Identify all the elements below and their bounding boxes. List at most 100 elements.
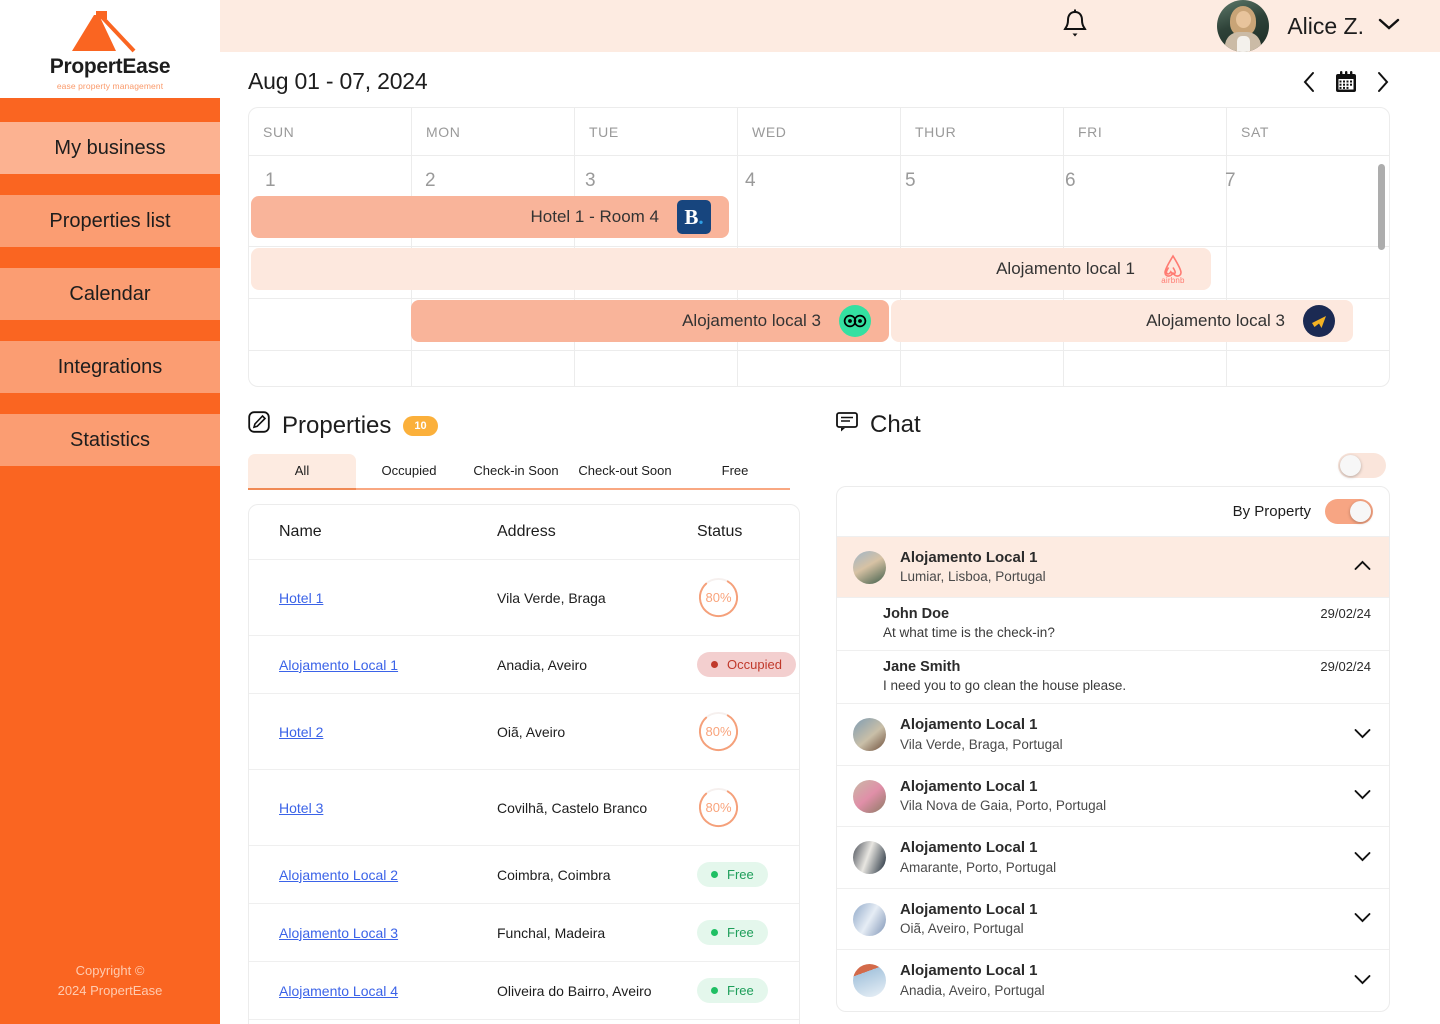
- property-link[interactable]: Hotel 3: [279, 800, 323, 816]
- chat-thread-location: Lumiar, Lisboa, Portugal: [900, 569, 1046, 585]
- sidebar-item-label: My business: [54, 136, 166, 159]
- status-badge: Free: [697, 920, 768, 945]
- bell-icon[interactable]: [1061, 8, 1089, 45]
- tab-check-in-soon[interactable]: Check-in Soon: [462, 454, 570, 490]
- calendar-event-label: Alojamento local 1: [996, 259, 1135, 278]
- message-text: I need you to go clean the house please.: [883, 678, 1127, 694]
- calendar-event-alojamento-local-3-b[interactable]: Alojamento local 3: [891, 300, 1353, 342]
- properties-table-card: Name Address Status Hotel 1 Vila Verde, …: [248, 504, 800, 1024]
- column-header-address: Address: [467, 505, 667, 560]
- chevron-down-icon[interactable]: [1354, 726, 1371, 744]
- table-row[interactable]: Alojamento Local 1 Anadia, Aveiro Occupi…: [249, 635, 799, 694]
- property-link[interactable]: Alojamento Local 1: [279, 657, 398, 673]
- chat-message[interactable]: John Doe 29/02/24 At what time is the ch…: [837, 597, 1389, 650]
- property-link[interactable]: Alojamento Local 3: [279, 925, 398, 941]
- chevron-right-icon[interactable]: [1376, 71, 1390, 93]
- status-progress: 80%: [697, 710, 740, 753]
- properties-count-badge: 10: [403, 415, 438, 436]
- calendar-event-alojamento-local-1[interactable]: Alojamento local 1 airbnb: [251, 248, 1211, 290]
- property-thumbnail: [853, 718, 886, 752]
- status-badge-label: Free: [727, 983, 754, 998]
- calendar-header: Aug 01 - 07, 2024: [248, 52, 1390, 107]
- properties-header: Properties 10: [248, 411, 800, 440]
- brand-tagline: ease property management: [56, 81, 164, 91]
- calendar-icon[interactable]: [1334, 70, 1358, 94]
- property-address: Vila Nova de Gaia, Porto: [467, 1020, 667, 1024]
- day-header-thur: THUR: [901, 108, 1064, 155]
- sidebar-item-integrations[interactable]: Integrations: [0, 341, 220, 393]
- property-link[interactable]: Alojamento Local 4: [279, 983, 398, 999]
- chat-message[interactable]: Jane Smith 29/02/24 I need you to go cle…: [837, 650, 1389, 703]
- tab-all[interactable]: All: [248, 454, 356, 490]
- properties-panel: Properties 10 All Occupied Check-in Soon…: [248, 411, 800, 1024]
- chevron-down-icon[interactable]: [1354, 849, 1371, 867]
- house-roof-icon: [72, 11, 136, 53]
- chat-thread-vila-verde[interactable]: Alojamento Local 1 Vila Verde, Braga, Po…: [837, 703, 1389, 764]
- content: Aug 01 - 07, 2024 SUN MON TUE WED THUR F…: [220, 52, 1440, 1024]
- chevron-left-icon[interactable]: [1302, 71, 1316, 93]
- sidebar-item-calendar[interactable]: Calendar: [0, 268, 220, 320]
- calendar-event-label: Hotel 1 - Room 4: [530, 207, 660, 226]
- chevron-down-icon[interactable]: [1354, 972, 1371, 990]
- by-property-label: By Property: [1232, 503, 1311, 520]
- property-link[interactable]: Hotel 1: [279, 590, 323, 606]
- status-progress: 80%: [697, 576, 740, 619]
- chat-bubble-icon: [836, 411, 858, 439]
- chevron-down-icon[interactable]: [1354, 910, 1371, 928]
- tab-free[interactable]: Free: [680, 454, 790, 490]
- chat-thread-name: Alojamento Local 1: [900, 549, 1038, 566]
- property-link[interactable]: Alojamento Local 2: [279, 867, 398, 883]
- sidebar: PropertEase ease property management My …: [0, 0, 220, 1024]
- table-row[interactable]: Hotel 2 Oiã, Aveiro 80%: [249, 693, 799, 770]
- calendar-card: SUN MON TUE WED THUR FRI SAT 1 2 3 4 5 6…: [248, 107, 1390, 387]
- sidebar-item-my-business[interactable]: My business: [0, 122, 220, 174]
- chat-thread-name: Alojamento Local 1: [900, 716, 1038, 734]
- sidebar-item-statistics[interactable]: Statistics: [0, 414, 220, 466]
- username-label: Alice Z.: [1287, 12, 1364, 39]
- chat-thread-amarante[interactable]: Alojamento Local 1 Amarante, Porto, Port…: [837, 826, 1389, 887]
- calendar-scrollbar[interactable]: [1378, 164, 1385, 250]
- chat-thread-anadia[interactable]: Alojamento Local 1 Anadia, Aveiro, Portu…: [837, 949, 1389, 1010]
- avatar[interactable]: [1217, 0, 1270, 52]
- chat-thread-oia[interactable]: Alojamento Local 1 Oiã, Aveiro, Portugal: [837, 887, 1389, 949]
- chat-title: Chat: [870, 411, 921, 438]
- property-link[interactable]: Hotel 2: [279, 724, 323, 740]
- status-badge-label: Occupied: [727, 657, 782, 672]
- edit-square-icon: [248, 411, 270, 440]
- tab-occupied[interactable]: Occupied: [356, 454, 462, 490]
- tab-check-out-soon[interactable]: Check-out Soon: [570, 454, 680, 490]
- day-header-fri: FRI: [1064, 108, 1227, 155]
- table-row[interactable]: Hotel 3 Covilhã, Castelo Branco 80%: [249, 769, 799, 846]
- chevron-down-icon[interactable]: [1354, 787, 1371, 805]
- day-number-1: 1: [265, 170, 276, 191]
- calendar-col-sat[interactable]: [1227, 156, 1389, 386]
- property-address: Oiã, Aveiro: [467, 693, 667, 770]
- table-row[interactable]: Alojamento Local 2 Coimbra, Coimbra Free: [249, 845, 799, 904]
- day-number-6: 6: [1065, 170, 1076, 191]
- sidebar-item-properties-list[interactable]: Properties list: [0, 195, 220, 247]
- by-property-toggle[interactable]: [1325, 499, 1373, 524]
- calendar-nav: [1302, 70, 1390, 94]
- chevron-down-icon[interactable]: [1378, 17, 1400, 36]
- day-header-sat: SAT: [1241, 123, 1269, 140]
- chat-thread-vila-nova-de-gaia[interactable]: Alojamento Local 1 Vila Nova de Gaia, Po…: [837, 764, 1389, 826]
- calendar-event-hotel-1-room-4[interactable]: Hotel 1 - Room 4 B.: [251, 196, 729, 238]
- chevron-up-icon[interactable]: [1354, 558, 1371, 576]
- chat-outer-toggle[interactable]: [1338, 453, 1386, 478]
- table-row[interactable]: Alojamento Local 4 Oliveira do Bairro, A…: [249, 961, 799, 1020]
- main-area: Alice Z. Aug 01 - 07, 2024 SUN MON TUE W…: [220, 0, 1440, 1024]
- chat-thread-name: Alojamento Local 1: [900, 962, 1038, 980]
- sidebar-item-label: Integrations: [57, 355, 163, 378]
- calendar-event-alojamento-local-3-a[interactable]: Alojamento local 3: [411, 300, 889, 342]
- chat-thread-lumiar[interactable]: Alojamento Local 1 Lumiar, Lisboa, Portu…: [837, 536, 1389, 598]
- table-row[interactable]: Alojamento Local 3 Funchal, Madeira Free: [249, 903, 799, 962]
- topbar: Alice Z.: [220, 0, 1440, 52]
- property-thumbnail: [853, 902, 886, 936]
- brand-logo[interactable]: PropertEase ease property management: [0, 0, 220, 98]
- status-badge: Free: [697, 978, 768, 1003]
- app-root: PropertEase ease property management My …: [0, 0, 1440, 1024]
- chat-thread-location: Vila Verde, Braga, Portugal: [900, 736, 1063, 752]
- table-row[interactable]: Hotel 1 Vila Verde, Braga 80%: [249, 559, 799, 636]
- brand-name: PropertEase: [49, 55, 171, 78]
- table-row[interactable]: Alojamento Local 5 Vila Nova de Gaia, Po…: [249, 1020, 799, 1024]
